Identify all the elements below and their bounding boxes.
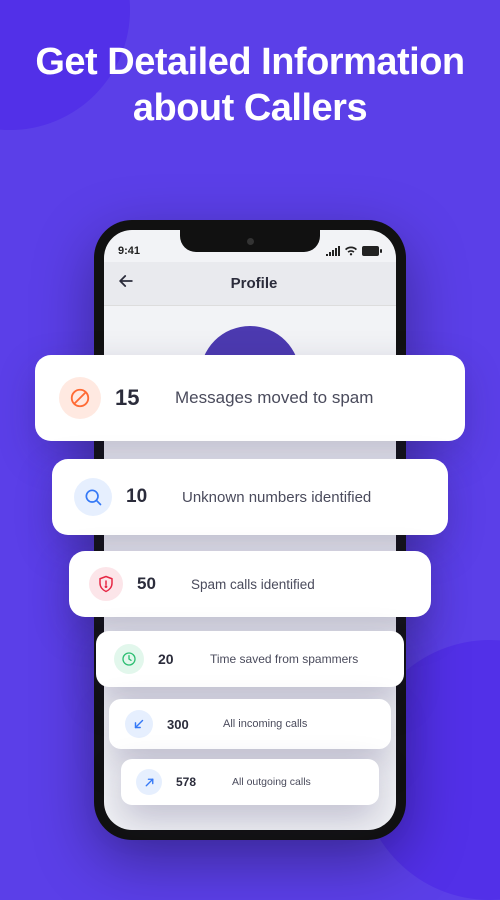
block-icon [69,387,91,409]
stat-card-unknown-identified[interactable]: 10 Unknown numbers identified [52,459,448,535]
battery-icon [362,246,382,256]
stat-card-time-saved[interactable]: 20 Time saved from spammers [96,631,404,687]
stat-value: 10 [126,486,168,508]
stat-value: 15 [115,385,161,411]
stat-label: All outgoing calls [232,776,311,788]
stat-value: 20 [158,651,196,667]
stat-label: All incoming calls [223,718,307,730]
stat-label: Spam calls identified [191,577,315,592]
stat-label: Time saved from spammers [210,652,358,666]
arrow-up-right-icon [143,776,156,789]
search-icon [83,487,103,507]
stat-label: Messages moved to spam [175,388,373,408]
arrow-down-left-icon [132,717,146,731]
stat-value: 300 [167,717,209,732]
clock-icon [121,651,137,667]
stat-cards-stack: 15 Messages moved to spam 10 Unknown num… [0,355,500,805]
stat-label: Unknown numbers identified [182,489,371,506]
stat-card-spam-calls[interactable]: 50 Spam calls identified [69,551,431,617]
stat-card-incoming[interactable]: 300 All incoming calls [109,699,391,749]
phone-notch [180,230,320,252]
stat-value: 50 [137,574,177,594]
wifi-icon [344,246,358,256]
page-title: Profile [124,275,384,292]
stat-value: 578 [176,775,218,789]
app-header: Profile [104,262,396,306]
status-time: 9:41 [118,245,140,257]
stat-card-spam-messages[interactable]: 15 Messages moved to spam [35,355,465,441]
signal-icon [326,246,340,256]
shield-alert-icon [97,575,115,593]
promo-headline: Get Detailed Information about Callers [0,0,500,131]
stat-card-outgoing[interactable]: 578 All outgoing calls [121,759,379,805]
